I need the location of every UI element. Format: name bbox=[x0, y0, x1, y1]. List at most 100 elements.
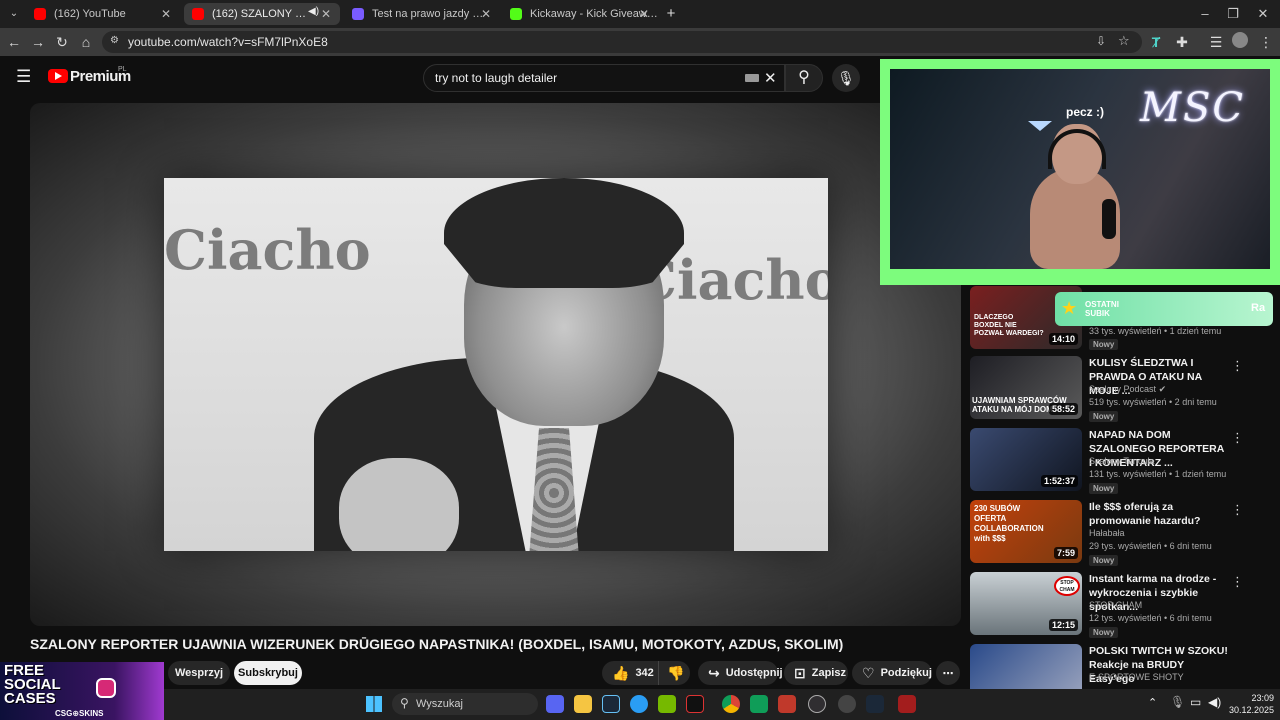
close-tab-icon[interactable]: ✕ bbox=[636, 6, 652, 22]
dislike-button[interactable]: 👎 bbox=[658, 661, 690, 685]
tab-label: Test na prawo jazdy kategorii B bbox=[372, 8, 484, 20]
forward-icon[interactable]: → bbox=[28, 32, 48, 52]
minimize-icon[interactable]: – bbox=[1190, 4, 1220, 24]
more-options-icon[interactable]: ⋮ bbox=[1231, 574, 1244, 590]
channel-name[interactable]: Szalony Podcast ✔ bbox=[1089, 384, 1166, 395]
channel-name[interactable]: Szalony Tancula bbox=[1089, 456, 1154, 466]
recording-app-icon[interactable] bbox=[838, 695, 856, 713]
subscribe-button[interactable]: Subskrybuj bbox=[234, 661, 302, 685]
save-bookmark-icon: ⊡ bbox=[794, 664, 806, 681]
more-actions-button[interactable]: ⋯ bbox=[936, 661, 960, 685]
video-thumbnail[interactable] bbox=[970, 644, 1082, 689]
profile-avatar-icon[interactable] bbox=[1230, 32, 1250, 52]
channel-name[interactable]: Hałabała bbox=[1089, 528, 1125, 538]
video-meta: 33 tys. wyświetleń • 1 dzień temu bbox=[1089, 326, 1222, 336]
steam-tray-icon[interactable] bbox=[866, 695, 884, 713]
back-icon[interactable]: ← bbox=[4, 32, 24, 52]
more-dots-icon: ⋯ bbox=[942, 667, 954, 680]
more-options-icon[interactable]: ⋮ bbox=[1231, 502, 1244, 518]
tray-chevron-icon[interactable]: ⌃ bbox=[1148, 696, 1157, 709]
home-icon[interactable]: ⌂ bbox=[76, 32, 96, 52]
reload-icon[interactable]: ↻ bbox=[52, 32, 72, 52]
video-duration: 14:10 bbox=[1048, 333, 1078, 345]
video-title-link[interactable]: Ile $$$ oferują za promowanie hazardu? bbox=[1089, 500, 1229, 528]
site-info-icon[interactable]: ⚙ bbox=[110, 35, 119, 46]
tray-display-icon[interactable]: ▭ bbox=[1190, 695, 1201, 709]
youtube-logo-icon[interactable] bbox=[48, 69, 68, 83]
more-options-icon[interactable]: ⋮ bbox=[1231, 430, 1244, 446]
taskbar-search-label: Wyszukaj bbox=[416, 698, 463, 710]
hamburger-menu-icon[interactable]: ☰ bbox=[16, 67, 31, 87]
paper-plane-icon bbox=[1028, 121, 1052, 131]
video-thumbnail[interactable]: 230 SUBÓW OFERTA COLLABORATION with $$$ … bbox=[970, 500, 1082, 563]
reading-list-icon[interactable]: ☰ bbox=[1206, 32, 1226, 52]
discord-icon[interactable] bbox=[546, 695, 564, 713]
watermark-left: Ciacho bbox=[164, 218, 371, 282]
address-bar[interactable]: ⚙ youtube.com/watch?v=sFM7lPnXoE8 ⇩ ☆ bbox=[102, 31, 1142, 53]
share-label: Udostępnij bbox=[725, 667, 783, 679]
extensions-puzzle-icon[interactable]: ✚ bbox=[1172, 32, 1192, 52]
list-item[interactable]: 1:52:37 NAPAD NA DOM SZALONEGO REPORTERA… bbox=[970, 428, 1270, 496]
instagram-icon bbox=[96, 678, 116, 698]
keyboard-icon[interactable] bbox=[745, 74, 759, 82]
steam-icon[interactable] bbox=[602, 695, 620, 713]
more-options-icon[interactable]: ⋮ bbox=[1231, 358, 1244, 374]
install-icon[interactable]: ⇩ bbox=[1096, 34, 1106, 48]
new-badge: Nowy bbox=[1089, 411, 1119, 422]
shield-app-icon[interactable] bbox=[898, 695, 916, 713]
tab-search-icon[interactable]: ⌄ bbox=[6, 6, 22, 22]
tab-video[interactable]: (162) SZALONY REPORTER U ◀) ✕ bbox=[184, 3, 340, 25]
clear-search-icon[interactable]: ✕ bbox=[764, 69, 777, 87]
star-icon: ★ bbox=[1061, 298, 1078, 318]
tab-youtube[interactable]: (162) YouTube ✕ bbox=[26, 3, 180, 25]
channel-name[interactable]: E-SPORTOWE SHOTY bbox=[1089, 672, 1184, 682]
tab-prawo-jazdy[interactable]: Test na prawo jazdy kategorii B ✕ bbox=[344, 3, 500, 25]
like-button[interactable]: 👍 342 bbox=[602, 661, 658, 685]
channel-name[interactable]: STOP CHAM bbox=[1089, 600, 1142, 610]
close-window-icon[interactable]: ✕ bbox=[1248, 4, 1278, 24]
thanks-button[interactable]: ♡ Podziękuj bbox=[852, 661, 932, 685]
new-tab-button[interactable]: + bbox=[662, 5, 680, 23]
tray-volume-icon[interactable]: ◀) bbox=[1208, 695, 1221, 709]
quiz-favicon-icon bbox=[352, 8, 364, 20]
windows-start-icon[interactable] bbox=[366, 696, 382, 712]
close-tab-icon[interactable]: ✕ bbox=[478, 6, 494, 22]
list-item[interactable]: 230 SUBÓW OFERTA COLLABORATION with $$$ … bbox=[970, 500, 1270, 568]
video-thumbnail[interactable]: STOP CHAM 12:15 bbox=[970, 572, 1082, 635]
subscribe-label: Subskrybuj bbox=[238, 667, 298, 679]
file-explorer-icon[interactable] bbox=[574, 695, 592, 713]
search-button[interactable]: ⚲ bbox=[785, 64, 823, 92]
app-icon[interactable] bbox=[686, 695, 704, 713]
browser-menu-icon[interactable]: ⋮ bbox=[1256, 32, 1276, 52]
close-tab-icon[interactable]: ✕ bbox=[158, 6, 174, 22]
chrome-icon[interactable] bbox=[722, 695, 740, 713]
taskbar-search[interactable]: ⚲ Wyszukaj bbox=[392, 693, 538, 715]
share-arrow-icon: ↪ bbox=[708, 664, 720, 681]
voice-search-mic-icon[interactable]: 🎙 bbox=[832, 64, 860, 92]
ad-text: FREE SOCIAL CASES bbox=[4, 662, 61, 707]
close-tab-icon[interactable]: ✕ bbox=[318, 6, 334, 22]
share-button[interactable]: ↪ Udostępnij bbox=[698, 661, 783, 685]
video-thumbnail[interactable]: UJAWNIAM SPRAWCÓW ATAKU NA MÓJ DOM 58:52 bbox=[970, 356, 1082, 419]
list-item[interactable]: POLSKI TWITCH W SZOKU! Reakcje na BRUDY … bbox=[970, 644, 1270, 689]
list-item[interactable]: STOP CHAM 12:15 Instant karma na drodze … bbox=[970, 572, 1270, 640]
video-player[interactable]: Ciacho Ciacho bbox=[30, 103, 961, 626]
video-thumbnail[interactable]: 1:52:37 bbox=[970, 428, 1082, 491]
extension-translate-icon[interactable]: Ⱦ bbox=[1146, 32, 1166, 52]
edge-icon[interactable] bbox=[630, 695, 648, 713]
clock-time[interactable]: 23:09 bbox=[1238, 693, 1274, 703]
nvidia-icon[interactable] bbox=[658, 695, 676, 713]
alert-title: OSTATNI bbox=[1085, 300, 1119, 309]
obs-icon[interactable] bbox=[808, 695, 826, 713]
sheets-icon[interactable] bbox=[750, 695, 768, 713]
save-button[interactable]: ⊡ Zapisz bbox=[784, 661, 848, 685]
support-button[interactable]: Wesprzyj bbox=[168, 661, 230, 685]
list-item[interactable]: UJAWNIAM SPRAWCÓW ATAKU NA MÓJ DOM 58:52… bbox=[970, 356, 1270, 424]
video-app-icon[interactable] bbox=[778, 695, 796, 713]
maximize-icon[interactable]: ❐ bbox=[1218, 4, 1248, 24]
clock-date[interactable]: 30.12.2025 bbox=[1224, 705, 1274, 715]
search-input[interactable]: try not to laugh detailer ✕ bbox=[423, 64, 785, 92]
tab-kickaway[interactable]: Kickaway - Kick Giveaway Tool ✕ bbox=[502, 3, 658, 25]
tray-mic-icon[interactable]: 🎙 bbox=[1170, 695, 1185, 709]
bookmark-star-icon[interactable]: ☆ bbox=[1118, 33, 1130, 49]
